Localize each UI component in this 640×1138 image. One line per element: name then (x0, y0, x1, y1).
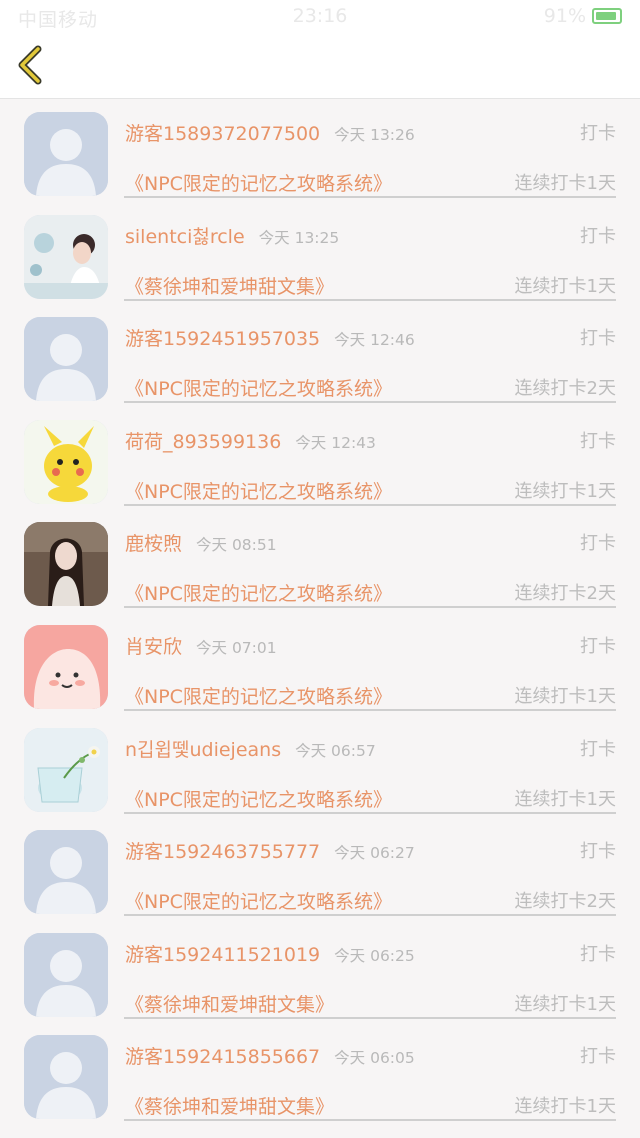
checkin-time: 今天 06:27 (334, 844, 415, 863)
row-divider (124, 606, 616, 609)
book-title-link[interactable]: 《蔡徐坤和爱坤甜文集》 (125, 272, 334, 299)
battery-percent: 91% (543, 5, 586, 27)
streak-label: 连续打卡2天 (514, 378, 616, 400)
book-title-link[interactable]: 《NPC限定的记忆之攻略系统》 (125, 579, 392, 606)
username-text: 游客1592415855667 (125, 1046, 321, 1069)
checkin-time: 今天 07:01 (196, 638, 277, 657)
chevron-left-icon (18, 45, 42, 85)
checkin-time: 今天 12:43 (295, 433, 376, 452)
username-text: 荷荷_893599136 (125, 430, 282, 453)
status-bar: 中国移动 23:16 91% (0, 0, 640, 32)
book-title-link[interactable]: 《NPC限定的记忆之攻略系统》 (125, 887, 392, 914)
avatar[interactable] (24, 317, 108, 402)
row-divider (124, 298, 616, 301)
checkin-label: 打卡 (580, 328, 616, 350)
checkin-row[interactable]: 游客1592415855667 今天 06:05 打卡《蔡徐坤和爱坤甜文集》 连续打卡… (0, 1022, 640, 1125)
row-divider (124, 196, 616, 198)
streak-label: 连续打卡1天 (514, 788, 616, 810)
row-divider (124, 503, 616, 506)
avatar[interactable] (24, 727, 108, 812)
checkin-row[interactable]: 荷荷_893599136 今天 12:43 打卡《NPC限定的记忆之攻略系统》 连续打… (0, 407, 640, 510)
username[interactable]: 游客1592463755777 今天 06:27 (125, 837, 415, 864)
username[interactable]: 游客1592415855667 今天 06:05 (125, 1042, 415, 1069)
book-title-link[interactable]: 《NPC限定的记忆之攻略系统》 (125, 477, 392, 504)
username-text: 鹿桉煦 (125, 533, 183, 556)
avatar[interactable] (24, 932, 108, 1017)
checkin-label: 打卡 (580, 1046, 616, 1068)
checkin-row[interactable]: silentci첧rcle 今天 13:25 打卡《蔡徐坤和爱坤甜文集》 连续打卡1天 (0, 202, 640, 305)
avatar[interactable] (24, 214, 108, 299)
username[interactable]: 游客1589372077500 今天 13:26 (125, 119, 415, 146)
checkin-time: 今天 06:05 (334, 1049, 415, 1068)
checkin-time: 今天 06:25 (334, 946, 415, 965)
username-text: 游客1592463755777 (125, 841, 321, 864)
checkin-row[interactable]: n깁윕뗓udiejeans 今天 06:57 打卡《NPC限定的记忆之攻略系统》 连续… (0, 715, 640, 818)
battery-fill (596, 12, 617, 20)
username-text: 游客1592411521019 (125, 943, 321, 966)
avatar[interactable] (24, 522, 108, 607)
book-title-link[interactable]: 《蔡徐坤和爱坤甜文集》 (125, 990, 334, 1017)
username[interactable]: 游客1592451957035 今天 12:46 (125, 324, 415, 351)
checkin-row[interactable]: 游客1589372077500 今天 13:26 打卡《NPC限定的记忆之攻略系统》… (0, 99, 640, 202)
battery-icon (592, 8, 622, 24)
checkin-row[interactable]: 游客1592451957035 今天 12:46 打卡《NPC限定的记忆之攻略系统》… (0, 304, 640, 407)
avatar[interactable] (24, 419, 108, 504)
nav-bar (0, 32, 640, 99)
checkin-time: 今天 12:46 (334, 331, 415, 350)
username[interactable]: 游客1592411521019 今天 06:25 (125, 940, 415, 967)
book-title-link[interactable]: 《NPC限定的记忆之攻略系统》 (125, 374, 392, 401)
checkin-label: 打卡 (580, 123, 616, 144)
book-title-link[interactable]: 《NPC限定的记忆之攻略系统》 (125, 169, 392, 196)
row-divider (124, 811, 616, 814)
username-text: 游客1589372077500 (125, 123, 321, 145)
username-text: 游客1592451957035 (125, 328, 321, 351)
book-title-link[interactable]: 《NPC限定的记忆之攻略系统》 (125, 682, 392, 709)
checkin-label: 打卡 (580, 943, 616, 965)
row-divider (124, 914, 616, 917)
username[interactable]: 鹿桉煦 今天 08:51 (125, 529, 277, 556)
row-divider (124, 708, 616, 711)
username[interactable]: silentci첧rcle 今天 13:25 (125, 222, 339, 249)
checkin-row[interactable]: 游客1592411521019 今天 06:25 打卡《蔡徐坤和爱坤甜文集》 连续打卡… (0, 920, 640, 1023)
username[interactable]: 肖安欣 今天 07:01 (125, 632, 277, 659)
book-title-link[interactable]: 《蔡徐坤和爱坤甜文集》 (125, 1092, 334, 1119)
checkin-label: 打卡 (580, 430, 616, 452)
avatar[interactable] (24, 624, 108, 709)
checkin-list: 游客1589372077500 今天 13:26 打卡 《NPC限定的记忆之攻略系统》… (0, 99, 640, 1125)
streak-label: 连续打卡1天 (514, 685, 616, 707)
avatar[interactable] (24, 112, 108, 196)
checkin-row[interactable]: 鹿桉煦 今天 08:51 打卡《NPC限定的记忆之攻略系统》 连续打卡2天 (0, 509, 640, 612)
streak-label: 连续打卡1天 (514, 1096, 616, 1118)
avatar[interactable] (24, 830, 108, 915)
row-divider (124, 401, 616, 404)
streak-label: 连续打卡1天 (514, 275, 616, 297)
streak-label: 连续打卡1天 (514, 173, 616, 194)
avatar[interactable] (24, 1035, 108, 1120)
checkin-time: 今天 08:51 (196, 536, 277, 555)
streak-label: 连续打卡1天 (514, 480, 616, 502)
checkin-row[interactable]: 肖安欣 今天 07:01 打卡《NPC限定的记忆之攻略系统》 连续打卡1天 (0, 612, 640, 715)
checkin-row[interactable]: 游客1592463755777 今天 06:27 打卡《NPC限定的记忆之攻略系统》… (0, 817, 640, 920)
checkin-time: 今天 06:57 (295, 741, 376, 760)
book-title-link[interactable]: 《NPC限定的记忆之攻略系统》 (125, 785, 392, 812)
checkin-time: 今天 13:25 (258, 228, 340, 247)
username-text: silentci첧rcle (125, 225, 245, 248)
streak-label: 连续打卡2天 (514, 583, 616, 605)
checkin-label: 打卡 (580, 225, 616, 247)
checkin-label: 打卡 (580, 738, 616, 760)
row-divider (124, 1016, 616, 1019)
username-text: 肖安欣 (125, 635, 183, 658)
row-divider (124, 1119, 616, 1122)
streak-label: 连续打卡1天 (514, 993, 616, 1015)
username[interactable]: 荷荷_893599136 今天 12:43 (125, 427, 376, 454)
checkin-label: 打卡 (580, 841, 616, 863)
username[interactable]: n깁윕뗓udiejeans 今天 06:57 (125, 735, 376, 762)
checkin-label: 打卡 (580, 635, 616, 657)
streak-label: 连续打卡2天 (514, 891, 616, 913)
checkin-label: 打卡 (580, 533, 616, 555)
checkin-time: 今天 13:26 (334, 126, 415, 144)
username-text: n깁윕뗓udiejeans (125, 738, 282, 761)
back-button[interactable] (12, 42, 48, 88)
status-right: 91% (544, 5, 622, 27)
